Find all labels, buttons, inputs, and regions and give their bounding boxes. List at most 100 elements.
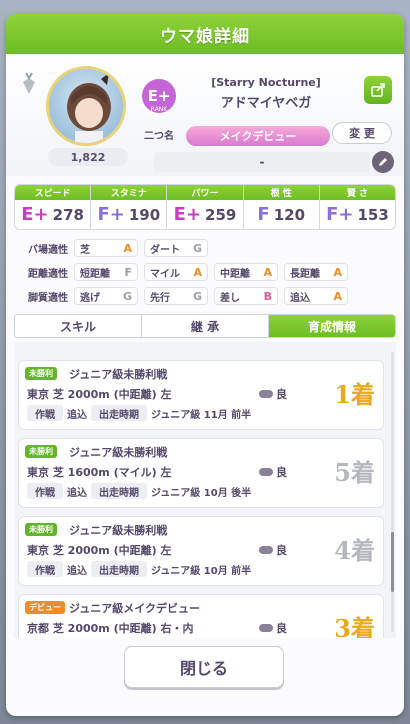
weather-cloud-icon <box>259 390 273 398</box>
race-grade-tag: 未勝利 <box>25 445 57 458</box>
timing-label: 出走時期 <box>91 561 147 577</box>
aptitude-cell: 先行 G <box>144 287 208 305</box>
svg-text:RANK: RANK <box>151 106 169 113</box>
stat-value: 153 <box>357 205 389 224</box>
finish-place: 5着 <box>334 458 375 487</box>
race-card[interactable]: デビュー ジュニア級メイクデビュー 京都 芝 2000m (中距離) 右・内 良… <box>18 594 384 638</box>
stat-label: スタミナ <box>91 185 167 200</box>
weather-cloud-icon <box>259 546 273 554</box>
race-details: 作戦 追込 出走時期 ジュニア級 11月 前半 <box>27 405 251 421</box>
stat-grade: F+ <box>97 204 125 225</box>
scenario-label: メイクデビュー <box>186 126 330 146</box>
race-grade-tag: 未勝利 <box>25 367 57 380</box>
aptitude-cell: 追込 A <box>284 287 348 305</box>
stat-value: 190 <box>128 205 161 224</box>
edit-memo-button[interactable] <box>372 151 394 173</box>
race-grade-tag: デビュー <box>25 601 65 614</box>
stat-speed: スピード E+ 278 <box>15 185 92 229</box>
aptitude-label: バ場適性 <box>28 244 68 256</box>
stat-label: スピード <box>15 185 91 200</box>
aptitude-cell: 短距離 F <box>74 263 138 281</box>
race-details: 作戦 追込 出走時期 ジュニア級 10月 前半 <box>27 561 251 577</box>
finish-place: 3着 <box>334 614 375 638</box>
pencil-icon <box>379 158 387 166</box>
stat-grade: F+ <box>326 204 354 225</box>
fan-count: 1,822 <box>48 148 128 166</box>
race-name: ジュニア級未勝利戦 <box>69 446 168 459</box>
stats-panel: スピード E+ 278 スタミナ F+ 190 パワー E+ 259 根 性 F 120… <box>14 184 396 230</box>
tab-bar: スキル 継 承 育成情報 <box>14 314 396 338</box>
aptitude-cell: 中距離 A <box>214 263 278 281</box>
aptitude-style-row: 脚質適性 逃げ G 先行 G 差し B 追込 A <box>14 284 396 308</box>
rank-label: 二つ名 <box>144 131 174 142</box>
tab-training-info[interactable]: 育成情報 <box>269 315 395 337</box>
race-name: ジュニア級未勝利戦 <box>69 524 168 537</box>
stat-value: 120 <box>273 205 306 224</box>
stat-grade: F <box>257 204 270 225</box>
change-button[interactable]: 変 更 <box>332 122 392 144</box>
carrot-icon <box>23 72 35 94</box>
strategy-label: 作戦 <box>27 405 63 421</box>
character-portrait[interactable] <box>46 66 126 146</box>
strategy-label: 作戦 <box>27 483 63 499</box>
stat-grade: E+ <box>173 204 202 225</box>
strategy-value: 追込 <box>67 487 87 499</box>
close-button[interactable]: 閉じる <box>124 646 284 688</box>
stat-grade: E+ <box>21 204 49 225</box>
strategy-label: 作戦 <box>27 561 63 577</box>
aptitude-field-row: バ場適性 芝A ダート G <box>14 236 396 260</box>
timing-value: ジュニア級 10月 前半 <box>151 565 252 577</box>
share-button[interactable] <box>364 76 392 104</box>
aptitude-label: 距離適性 <box>28 268 68 280</box>
stat-label: パワー <box>167 185 243 200</box>
aptitude-cell: ダート G <box>144 239 208 257</box>
timing-label: 出走時期 <box>91 483 147 499</box>
finish-place: 4着 <box>334 536 375 565</box>
stat-value: 259 <box>205 205 237 224</box>
race-name: ジュニア級未勝利戦 <box>69 368 168 381</box>
stat-label: 賢 さ <box>319 185 395 200</box>
race-card[interactable]: 未勝利 ジュニア級未勝利戦 東京 芝 2000m (中距離) 左 良 作戦 追込… <box>18 516 384 586</box>
memo-field[interactable]: - <box>154 152 370 172</box>
epithet: [Starry Nocturne] <box>211 76 321 89</box>
aptitude-table: バ場適性 芝A ダート G 距離適性 短距離 F マイル A 中距離 A 長距離 A 脚質… <box>14 236 396 308</box>
aptitude-distance-row: 距離適性 短距離 F マイル A 中距離 A 長距離 A <box>14 260 396 284</box>
aptitude-cell: 逃げ G <box>74 287 138 305</box>
race-condition: 良 <box>259 386 287 402</box>
rank-badge-icon: E+ RANK <box>140 77 178 115</box>
race-card[interactable]: 未勝利 ジュニア級未勝利戦 東京 芝 2000m (中距離) 左 良 作戦 追込… <box>18 360 384 430</box>
race-history-list[interactable]: 未勝利 ジュニア級未勝利戦 東京 芝 2000m (中距離) 左 良 作戦 追込… <box>14 342 396 638</box>
scrollbar-thumb[interactable] <box>391 532 394 592</box>
stat-wit: 賢 さ F+ 153 <box>319 185 395 229</box>
timing-label: 出走時期 <box>91 405 147 421</box>
race-card[interactable]: 未勝利 ジュニア級未勝利戦 東京 芝 1600m (マイル) 左 良 作戦 追込… <box>18 438 384 508</box>
timing-value: ジュニア級 11月 前半 <box>151 409 252 421</box>
aptitude-label: 脚質適性 <box>28 292 68 304</box>
aptitude-cell: 芝A <box>74 239 138 257</box>
aptitude-cell: 差し B <box>214 287 278 305</box>
character-header: 1,822 E+ RANK 二つ名 [Starry Nocturne] アドマイ… <box>6 54 404 176</box>
race-condition: 良 <box>259 620 287 636</box>
strategy-value: 追込 <box>67 409 87 421</box>
svg-text:E+: E+ <box>148 87 171 105</box>
race-details: 作戦 追込 出走時期 ジュニア級 10月 後半 <box>27 483 251 499</box>
stat-guts: 根 性 F 120 <box>243 185 320 229</box>
aptitude-cell: 長距離 A <box>284 263 348 281</box>
stat-label: 根 性 <box>243 185 319 200</box>
share-icon <box>371 83 385 97</box>
race-course: 京都 芝 2000m (中距離) 右・内 <box>27 622 194 635</box>
dialog-title: ウマ娘詳細 <box>6 14 404 54</box>
race-condition: 良 <box>259 542 287 558</box>
race-course: 東京 芝 1600m (マイル) 左 <box>27 466 172 479</box>
race-name: ジュニア級メイクデビュー <box>69 602 201 615</box>
character-name: アドマイヤベガ <box>220 96 312 111</box>
race-course: 東京 芝 2000m (中距離) 左 <box>27 388 172 401</box>
timing-value: ジュニア級 10月 後半 <box>151 487 252 499</box>
race-grade-tag: 未勝利 <box>25 523 57 536</box>
stat-power: パワー E+ 259 <box>167 185 244 229</box>
weather-cloud-icon <box>259 468 273 476</box>
tab-skills[interactable]: スキル <box>15 315 142 337</box>
strategy-value: 追込 <box>67 565 87 577</box>
tab-inheritance[interactable]: 継 承 <box>142 315 269 337</box>
detail-dialog: ウマ娘詳細 1,822 E+ RANK 二つ名 [Starry Nocturne… <box>6 14 404 716</box>
